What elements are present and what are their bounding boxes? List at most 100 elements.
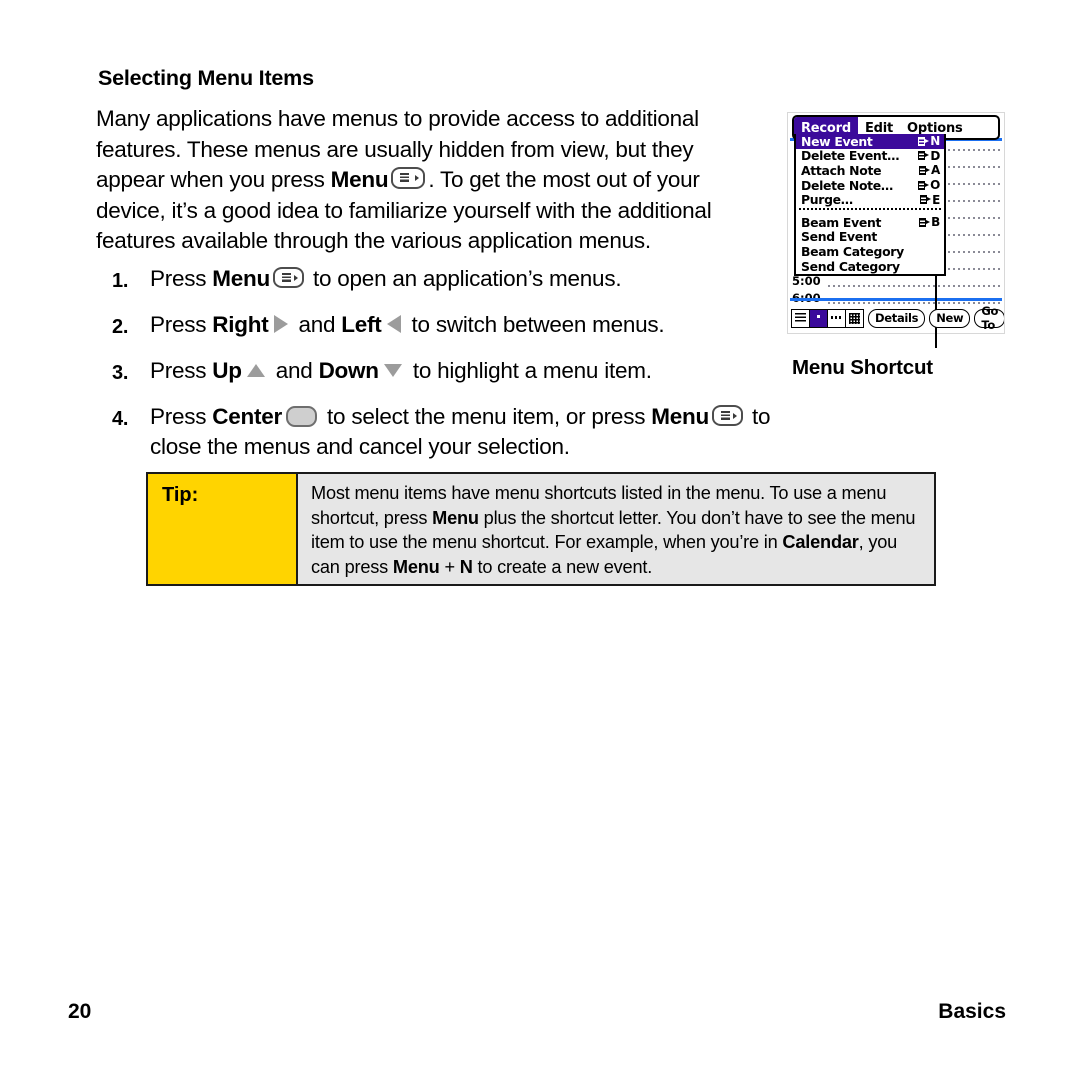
- step-post: to switch between menus.: [405, 312, 665, 337]
- menu-item-beam-event[interactable]: Beam Event B: [796, 215, 944, 230]
- list-item: 4. Press Center to select the menu item,…: [112, 402, 792, 462]
- menu-item-send-event[interactable]: Send Event: [796, 229, 944, 245]
- step-bold: Center: [212, 404, 283, 429]
- step-text: Press Center to select the menu item, or…: [150, 402, 792, 462]
- menu-shortcut-letter: O: [930, 178, 940, 193]
- menu-separator: [799, 207, 941, 214]
- tip-text-b: Menu: [432, 507, 479, 528]
- list-item: 1. Press Menu to open an application’s m…: [112, 264, 792, 296]
- device-canvas: 5:00 6:00 Record Edit Options New Event …: [788, 113, 1004, 333]
- step-text: Press Right and Left to switch between m…: [150, 310, 792, 340]
- up-arrow-icon: [246, 364, 265, 377]
- view-switcher: [791, 308, 864, 328]
- menu-shortcut: E: [920, 193, 940, 207]
- tip-text-h: N: [459, 556, 473, 577]
- menu-shortcut: A: [919, 163, 940, 177]
- step-bold-2: Left: [341, 312, 382, 337]
- left-arrow-icon: [386, 315, 401, 333]
- step-bold: Menu: [212, 266, 271, 291]
- menu-item-label: Delete Note…: [801, 177, 893, 193]
- menu-item-beam-category[interactable]: Beam Category: [796, 244, 944, 259]
- menu-item-delete-note[interactable]: Delete Note… O: [796, 178, 944, 193]
- step-bold: Up: [212, 358, 242, 383]
- step-mid: and: [292, 312, 342, 337]
- tip-text-f: Menu: [392, 556, 440, 577]
- step-mid: to select the menu item, or press: [321, 404, 652, 429]
- list-item: 3. Press Up and Down to highlight a menu…: [112, 356, 792, 388]
- menu-key-icon: [391, 167, 426, 190]
- menu-item-label: New Event: [801, 133, 873, 149]
- intro-paragraph: Many applications have menus to provide …: [96, 104, 766, 257]
- go-to-button[interactable]: Go To: [974, 304, 1004, 332]
- center-key-icon: [286, 406, 318, 427]
- intro-menu-bold: Menu: [330, 167, 389, 193]
- menu-shortcut: B: [919, 215, 940, 229]
- step-number: 1.: [112, 270, 129, 292]
- menu-shortcut: O: [918, 178, 940, 192]
- step-mid: and: [269, 358, 319, 383]
- step-pre: Press: [150, 404, 213, 429]
- menu-item-send-category[interactable]: Send Category: [796, 259, 944, 274]
- callout-label-menu-shortcut: Menu Shortcut: [792, 356, 933, 379]
- month-view-icon[interactable]: [846, 309, 863, 327]
- menu-shortcut-letter: B: [931, 215, 940, 230]
- menu-shortcut-icon: [920, 195, 932, 205]
- menu-shortcut-icon: [919, 165, 930, 175]
- device-toolbar: Details New Go To: [788, 304, 1004, 332]
- footer-section-name: Basics: [938, 1000, 1006, 1023]
- week-view-icon[interactable]: [828, 309, 846, 327]
- page-title: Selecting Menu Items: [98, 66, 314, 90]
- down-arrow-icon: [383, 364, 402, 377]
- menu-shortcut-letter: A: [931, 163, 940, 178]
- menu-item-label: Delete Event…: [801, 148, 900, 164]
- menu-shortcut: D: [918, 149, 940, 163]
- record-menu-dropdown: New Event N Delete Event… D Attach Note …: [794, 134, 946, 277]
- menu-shortcut-letter: N: [930, 134, 940, 149]
- step-number: 4.: [112, 408, 129, 430]
- menu-shortcut: N: [918, 134, 940, 148]
- right-arrow-icon: [273, 315, 288, 333]
- menu-shortcut-letter: E: [932, 192, 940, 207]
- menu-item-delete-event[interactable]: Delete Event… D: [796, 148, 944, 164]
- step-text: Press Up and Down to highlight a menu it…: [150, 356, 792, 386]
- menu-shortcut-icon: [918, 151, 930, 161]
- menu-key-icon: [273, 267, 305, 288]
- menu-shortcut-letter: D: [930, 148, 940, 163]
- details-button[interactable]: Details: [868, 308, 926, 328]
- menu-shortcut-icon: [918, 180, 930, 190]
- menu-item-label: Beam Event: [801, 214, 882, 230]
- new-button[interactable]: New: [929, 308, 971, 328]
- menu-item-label: Attach Note: [801, 162, 882, 178]
- menu-item-purge[interactable]: Purge… E: [796, 192, 944, 207]
- tip-text-i: to create a new event.: [472, 556, 653, 577]
- tip-label: Tip:: [148, 474, 298, 584]
- step-bold-2: Down: [318, 358, 380, 383]
- device-screenshot: 5:00 6:00 Record Edit Options New Event …: [787, 112, 1005, 334]
- step-post: to open an application’s menus.: [307, 266, 622, 291]
- menu-item-label: Purge…: [801, 192, 853, 208]
- bottom-rule: [790, 298, 1002, 301]
- step-number: 3.: [112, 362, 129, 384]
- menu-item-new-event[interactable]: New Event N: [796, 134, 944, 149]
- steps-list: 1. Press Menu to open an application’s m…: [112, 264, 792, 476]
- list-item: 2. Press Right and Left to switch betwee…: [112, 310, 792, 342]
- tip-box: Tip: Most menu items have menu shortcuts…: [146, 472, 936, 586]
- tip-text: Most menu items have menu shortcuts list…: [298, 474, 934, 584]
- day-view-icon[interactable]: [810, 309, 828, 327]
- footer-page-number: 20: [68, 1000, 92, 1023]
- step-bold-2: Menu: [651, 404, 709, 429]
- row-dots: [828, 302, 1000, 304]
- menu-shortcut-icon: [918, 136, 930, 146]
- step-post: to highlight a menu item.: [406, 358, 652, 383]
- menu-item-attach-note[interactable]: Attach Note A: [796, 163, 944, 178]
- step-text: Press Menu to open an application’s menu…: [150, 264, 792, 294]
- step-number: 2.: [112, 316, 129, 338]
- menu-shortcut-icon: [919, 217, 931, 227]
- tip-text-d: Calendar: [782, 532, 859, 553]
- menu-item-label: Send Event: [801, 229, 878, 245]
- row-dots: [828, 285, 1000, 287]
- tip-text-g: +: [439, 556, 460, 577]
- step-bold: Right: [212, 312, 269, 337]
- menu-key-icon: [711, 405, 743, 426]
- agenda-view-icon[interactable]: [792, 309, 810, 327]
